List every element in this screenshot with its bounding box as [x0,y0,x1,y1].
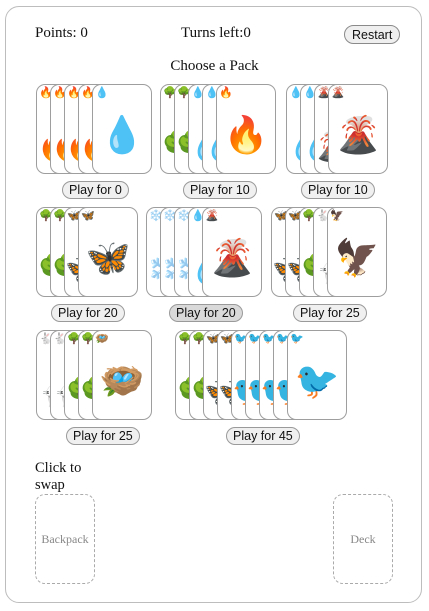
play-pack-button[interactable]: Play for 20 [169,304,243,322]
card-corner-icon: 🌋 [205,209,219,222]
bird-icon: 🐦 [294,361,340,402]
play-pack-button[interactable]: Play for 10 [183,181,257,199]
water-icon: 💧 [99,115,145,156]
card-corner-icon: 🌋 [331,86,345,99]
choose-pack-heading: Choose a Pack [170,58,259,74]
status-bar: Points: 0 Turns left:0 Restart [0,0,429,60]
eagle-icon: 🦅 [334,238,380,279]
card-corner-icon: 🐦 [290,332,304,345]
pack-card: 🪺 🪺 [92,330,152,420]
card-corner-icon: 🪺 [95,332,109,345]
play-pack-button[interactable]: Play for 10 [301,181,375,199]
play-pack-button[interactable]: Play for 25 [293,304,367,322]
pack-card: 🦅 🦅 [327,207,387,297]
swap-instruction: Click to swap [35,460,82,493]
points-counter: Points: 0 [35,25,88,41]
volcano-icon: 🌋 [335,115,381,156]
play-pack-button[interactable]: Play for 25 [66,427,140,445]
deck-slot[interactable]: Deck [333,494,393,584]
butterfly-icon: 🦋 [85,238,131,279]
pack-card: 🦋🦋 [78,207,138,297]
nest-icon: 🪺 [99,361,145,402]
card-corner-icon: 🦅 [330,209,344,222]
play-pack-button[interactable]: Play for 20 [51,304,125,322]
turns-left-counter: Turns left:0 [181,25,251,41]
card-corner-icon: 🔥 [219,86,233,99]
restart-button[interactable]: Restart [344,25,401,44]
play-pack-button[interactable]: Play for 0 [62,181,129,199]
pack-card: 🌋🌋 [328,84,388,174]
pack-card: 💧💧 [92,84,152,174]
pack-card: 🐦🐦 [287,330,347,420]
play-pack-button[interactable]: Play for 45 [226,427,300,445]
pack-card: 🌋🌋 [202,207,262,297]
pack-card: 🔥🔥 [216,84,276,174]
card-corner-icon: 🦋 [81,209,95,222]
backpack-slot[interactable]: Backpack [35,494,95,584]
card-corner-icon: 💧 [95,86,109,99]
volcano-icon: 🌋 [209,238,255,279]
fire-icon: 🔥 [223,115,269,156]
